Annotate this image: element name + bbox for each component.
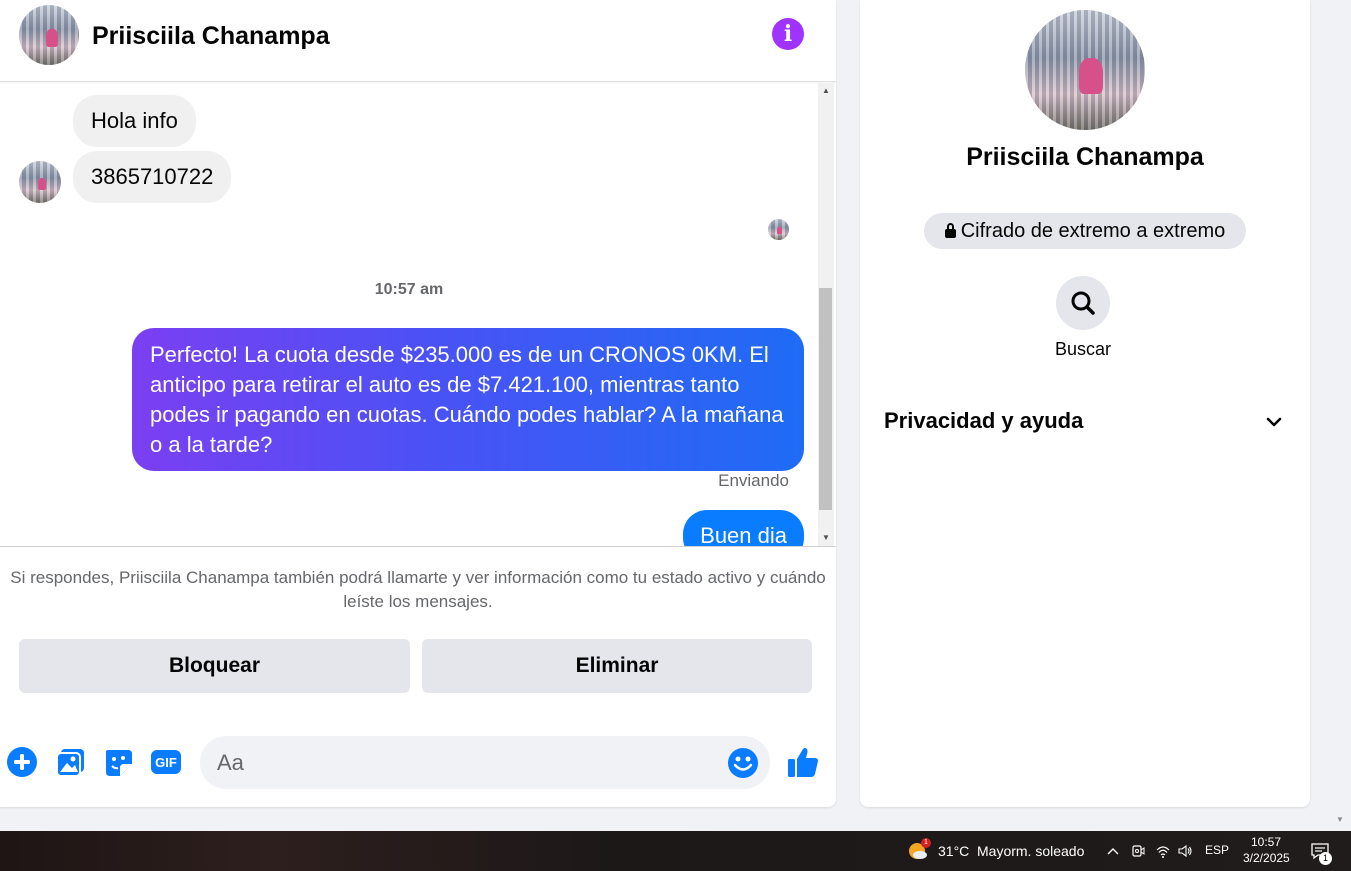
emoji-icon[interactable] [727,747,759,779]
message-request-notice: Si respondes, Priisciila Chanampa tambié… [10,568,826,611]
gif-icon[interactable]: GIF [150,746,182,778]
message-list: Hola info 3865710722 10:57 am Perfecto! … [0,83,818,546]
incoming-message[interactable]: Hola info [73,95,196,147]
svg-text:GIF: GIF [155,755,177,770]
chat-header: Priisciila Chanampa i [0,0,836,82]
outgoing-message[interactable]: Perfecto! La cuota desde $235.000 es de … [132,328,804,471]
contact-name[interactable]: Priisciila Chanampa [92,22,330,51]
photo-gallery-icon[interactable] [55,746,87,778]
search-button[interactable] [1056,276,1110,330]
encryption-badge[interactable]: Cifrado de extremo a extremo [924,213,1246,249]
camera-icon[interactable] [1130,843,1146,859]
delete-button[interactable]: Eliminar [422,639,812,693]
chevron-down-icon [1266,417,1282,427]
profile-avatar[interactable] [1025,10,1145,130]
message-status: Enviando [718,471,789,490]
scroll-up-arrow-icon[interactable]: ▲ [818,83,834,99]
input-language[interactable]: ESP [1205,843,1229,857]
chevron-up-icon[interactable] [1105,843,1121,859]
message-input[interactable]: Aa [200,736,770,789]
plus-circle-icon[interactable] [6,746,38,778]
privacy-and-help-section[interactable]: Privacidad y ayuda [884,400,1284,442]
scroll-thumb[interactable] [819,288,832,510]
conversation-details-panel: Priisciila Chanampa Cifrado de extremo a… [860,0,1310,807]
windows-taskbar: 1 31°C Mayorm. soleado ESP 10:57 3/2/202… [0,831,1351,871]
outgoing-message[interactable]: Buen dia [683,510,804,546]
scroll-down-arrow-icon[interactable]: ▼ [818,530,834,546]
search-icon [1071,291,1095,315]
privacy-and-help-label: Privacidad y ayuda [884,408,1084,433]
weather-notification-badge: 1 [921,838,931,848]
message-scrollbar[interactable]: ▲ ▼ [818,83,834,546]
chat-panel: Priisciila Chanampa i Hola info 38657107… [0,0,836,807]
notification-count-badge: 1 [1319,852,1332,865]
weather-condition[interactable]: Mayorm. soleado [977,843,1084,859]
sender-avatar [19,161,61,203]
lock-icon [944,223,956,238]
info-icon[interactable]: i [772,18,804,50]
speaker-icon[interactable] [1177,843,1193,859]
contact-avatar[interactable] [19,5,79,65]
search-label: Buscar [1054,339,1112,359]
block-button[interactable]: Bloquear [19,639,410,693]
message-timestamp: 10:57 am [374,281,444,298]
page-scroll-down-arrow-icon[interactable]: ▼ [1336,815,1344,824]
incoming-message[interactable]: 3865710722 [73,151,232,203]
divider [0,546,836,547]
profile-name[interactable]: Priisciila Chanampa [860,143,1310,172]
clock-date[interactable]: 3/2/2025 [1243,851,1290,865]
encryption-label: Cifrado de extremo a extremo [960,220,1226,242]
message-input-placeholder: Aa [217,750,244,775]
weather-temperature[interactable]: 31°C [938,843,969,859]
sticker-icon[interactable] [102,746,134,778]
clock-time[interactable]: 10:57 [1251,835,1281,849]
seen-indicator-avatar [768,219,789,240]
thumbs-up-icon[interactable] [786,745,820,779]
wifi-icon[interactable] [1155,843,1171,859]
